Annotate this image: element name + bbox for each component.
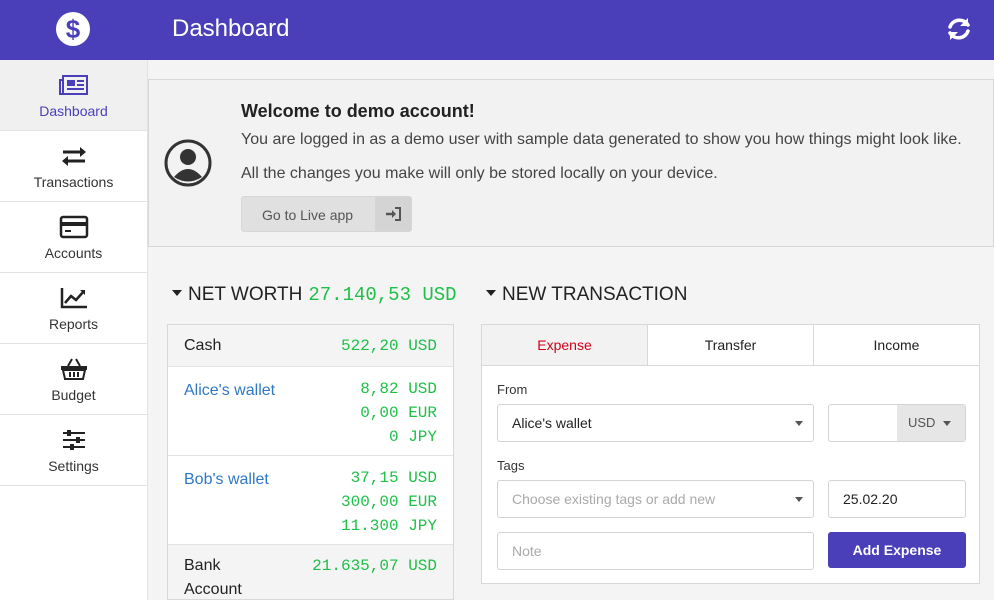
sidebar-item-label: Transactions xyxy=(33,174,114,190)
from-account-select[interactable]: Alice's wallet xyxy=(497,404,814,442)
tags-select[interactable]: Choose existing tags or add new xyxy=(497,480,814,518)
from-label: From xyxy=(497,382,528,397)
account-amounts: 522,20 USD xyxy=(341,334,437,358)
basket-icon xyxy=(60,358,87,380)
sidebar-item-settings[interactable]: Settings xyxy=(0,415,147,486)
new-transaction-form: Expense Transfer Income From Alice's wal… xyxy=(481,324,980,584)
account-row: Alice's wallet 8,82 USD 0,00 EUR 0 JPY xyxy=(168,367,453,456)
caret-down-icon xyxy=(486,289,496,296)
select-value: Alice's wallet xyxy=(512,415,592,431)
chevron-down-icon xyxy=(943,421,951,426)
sidebar-item-reports[interactable]: Reports xyxy=(0,273,147,344)
go-to-live-app-button[interactable]: Go to Live app xyxy=(241,196,412,232)
sidebar-item-label: Settings xyxy=(48,458,99,474)
currency-value: USD xyxy=(908,415,936,430)
button-label: Go to Live app xyxy=(262,207,354,223)
sidebar-item-label: Budget xyxy=(51,387,96,403)
add-expense-button[interactable]: Add Expense xyxy=(828,532,966,568)
sidebar-item-transactions[interactable]: Transactions xyxy=(0,131,147,202)
page-title: Dashboard xyxy=(172,15,290,42)
account-row: Bob's wallet 37,15 USD 300,00 EUR 11.300… xyxy=(168,456,453,545)
tags-label: Tags xyxy=(497,458,525,473)
account-link-alice[interactable]: Alice's wallet xyxy=(184,379,275,403)
amount: 37,15 USD xyxy=(350,469,437,487)
account-amounts: 21.635,07 USD xyxy=(312,554,437,578)
amount: 21.635,07 USD xyxy=(312,557,437,575)
sidebar-item-budget[interactable]: Budget xyxy=(0,344,147,415)
caret-down-icon xyxy=(172,289,182,296)
amount: 300,00 EUR xyxy=(340,493,437,511)
note-placeholder: Note xyxy=(512,543,542,559)
sidebar-item-dashboard[interactable]: Dashboard xyxy=(0,60,147,131)
credit-card-icon xyxy=(59,215,88,239)
account-amounts: 8,82 USD 0,00 EUR 0 JPY xyxy=(360,377,437,449)
net-worth-title: NET WORTH xyxy=(188,284,303,305)
banner-message: You are logged in as a demo user with sa… xyxy=(241,131,962,148)
account-amounts: 37,15 USD 300,00 EUR 11.300 JPY xyxy=(341,466,437,538)
net-worth-header[interactable]: NET WORTH 27.140,53 USD xyxy=(172,284,457,306)
new-transaction-header[interactable]: NEW TRANSACTION xyxy=(486,284,687,306)
demo-welcome-banner: Welcome to demo account! You are logged … xyxy=(148,79,994,247)
net-worth-total: 27.140,53 USD xyxy=(308,284,457,306)
sliders-icon xyxy=(62,430,85,450)
dollar-logo-icon[interactable]: $ xyxy=(56,12,90,46)
user-avatar-icon xyxy=(164,139,212,187)
account-name: Bank Account xyxy=(184,557,242,598)
account-name: Cash xyxy=(184,337,222,354)
tab-expense[interactable]: Expense xyxy=(482,325,648,365)
line-chart-icon xyxy=(60,288,87,309)
date-input[interactable]: 25.02.20 xyxy=(828,480,966,518)
new-transaction-title: NEW TRANSACTION xyxy=(502,284,688,305)
banner-note: All the changes you make will only be st… xyxy=(241,165,718,182)
note-input[interactable]: Note xyxy=(497,532,814,570)
sidebar: Dashboard Transactions Accounts Reports xyxy=(0,60,148,600)
chevron-down-icon xyxy=(795,421,803,426)
tab-transfer[interactable]: Transfer xyxy=(648,325,814,365)
top-bar: $ Dashboard xyxy=(0,0,994,60)
sidebar-item-accounts[interactable]: Accounts xyxy=(0,202,147,273)
date-value: 25.02.20 xyxy=(843,491,898,507)
account-group-row[interactable]: Bank Account 21.635,07 USD xyxy=(168,545,453,599)
amount: 11.300 JPY xyxy=(340,517,437,535)
amount-input[interactable] xyxy=(829,405,897,441)
amount: 0 JPY xyxy=(388,428,437,446)
net-worth-table: Cash 522,20 USD Alice's wallet 8,82 USD … xyxy=(167,324,454,600)
sidebar-item-label: Accounts xyxy=(44,245,103,261)
sidebar-item-label: Reports xyxy=(48,316,99,332)
sidebar-item-label: Dashboard xyxy=(39,103,108,119)
tab-income[interactable]: Income xyxy=(814,325,979,365)
amount-input-group: USD xyxy=(828,404,966,442)
exchange-icon xyxy=(61,147,86,166)
tags-placeholder: Choose existing tags or add new xyxy=(512,491,716,507)
sign-in-icon xyxy=(375,197,411,231)
amount: 0,00 EUR xyxy=(360,404,437,422)
transaction-type-tabs: Expense Transfer Income xyxy=(482,325,979,366)
account-group-row[interactable]: Cash 522,20 USD xyxy=(168,325,453,367)
chevron-down-icon xyxy=(795,497,803,502)
newspaper-icon xyxy=(58,75,88,95)
banner-title: Welcome to demo account! xyxy=(241,101,475,121)
refresh-icon[interactable] xyxy=(944,14,974,44)
amount: 8,82 USD xyxy=(360,380,437,398)
currency-select[interactable]: USD xyxy=(897,405,965,441)
amount: 522,20 USD xyxy=(340,337,437,355)
account-link-bob[interactable]: Bob's wallet xyxy=(184,468,269,492)
